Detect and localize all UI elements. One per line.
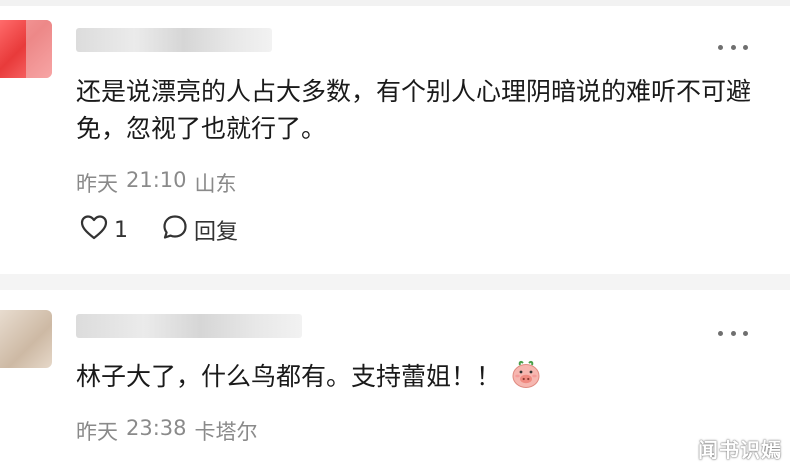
comment-date: 昨天 bbox=[76, 172, 118, 196]
avatar[interactable] bbox=[0, 310, 52, 368]
dot-icon bbox=[718, 330, 723, 336]
dot-icon bbox=[730, 330, 736, 336]
dot-icon bbox=[730, 44, 736, 50]
more-options-button[interactable] bbox=[718, 326, 748, 340]
reply-label: 回复 bbox=[194, 220, 239, 245]
comment-divider bbox=[0, 274, 790, 290]
dot-icon bbox=[743, 44, 748, 50]
avatar[interactable] bbox=[0, 20, 52, 78]
comment-text: 还是说漂亮的人占大多数，有个别人心理阴暗说的难听不可避免，忽视了也就行了。 bbox=[76, 77, 752, 143]
comment-location: 卡塔尔 bbox=[194, 420, 258, 444]
dot-icon bbox=[718, 44, 723, 50]
comment-time: 21:10 bbox=[126, 168, 187, 192]
comment-date: 昨天 bbox=[76, 420, 118, 444]
like-button[interactable]: 1 bbox=[80, 214, 128, 246]
comment-location: 山东 bbox=[194, 172, 237, 196]
pig-face-icon bbox=[511, 359, 541, 389]
comment-actions: 1 回复 bbox=[80, 214, 238, 246]
comment-card: 林子大了，什么鸟都有。支持蕾姐！！ 昨天 23:38 卡塔尔 bbox=[0, 290, 790, 469]
comment-text-row: 林子大了，什么鸟都有。支持蕾姐！！ bbox=[76, 358, 760, 395]
username-blurred[interactable] bbox=[76, 314, 302, 338]
reply-button[interactable]: 回复 bbox=[162, 214, 238, 246]
comment-time: 23:38 bbox=[126, 416, 187, 440]
speech-bubble-icon bbox=[162, 214, 188, 246]
more-options-button[interactable] bbox=[718, 40, 748, 54]
comment-card: 还是说漂亮的人占大多数，有个别人心理阴暗说的难听不可避免，忽视了也就行了。 昨天… bbox=[0, 6, 790, 274]
like-count: 1 bbox=[114, 217, 128, 243]
heart-icon bbox=[80, 214, 108, 246]
watermark: 闻书识嫣 bbox=[698, 438, 782, 462]
comment-meta: 昨天 23:38 卡塔尔 bbox=[76, 416, 258, 446]
comment-meta: 昨天 21:10 山东 bbox=[76, 168, 237, 198]
comment-text: 林子大了，什么鸟都有。支持蕾姐！！ bbox=[76, 362, 502, 391]
dot-icon bbox=[743, 330, 748, 336]
username-blurred[interactable] bbox=[76, 28, 272, 52]
